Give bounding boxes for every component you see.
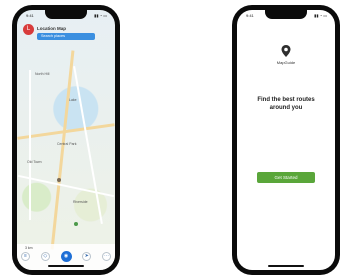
status-time: 9:41 xyxy=(26,13,34,18)
phone-frame-map: 9:41 ▮▮ ◔ ▭ Central Park Lake Old Town R… xyxy=(12,5,120,275)
map-road xyxy=(17,174,115,198)
layers-icon[interactable]: ≡ xyxy=(21,252,30,261)
map-label: North Hill xyxy=(35,72,50,76)
compass-icon[interactable]: ➤ xyxy=(82,252,92,261)
status-indicators-icon: ▮▮ ◔ ▭ xyxy=(314,13,327,18)
app-name: MapGuide xyxy=(276,60,296,65)
home-indicator[interactable] xyxy=(268,265,304,267)
welcome-headline: Find the best routes around you xyxy=(257,97,315,111)
map-screen[interactable]: 9:41 ▮▮ ◔ ▭ Central Park Lake Old Town R… xyxy=(17,10,115,270)
search-input[interactable]: Search places xyxy=(37,33,95,40)
map-label: Lake xyxy=(69,98,77,102)
notch xyxy=(265,10,307,19)
scale-caption: 3 km xyxy=(25,246,33,250)
notch xyxy=(45,10,87,19)
get-started-button[interactable]: Get Started xyxy=(257,172,315,183)
map-label: Riverside xyxy=(73,200,88,204)
map-road xyxy=(29,70,31,220)
status-indicators-icon: ▮▮ ◔ ▭ xyxy=(94,13,107,18)
map-pin-icon[interactable] xyxy=(74,222,78,226)
map-road xyxy=(50,50,75,250)
map-label: Central Park xyxy=(57,142,77,146)
status-time: 9:41 xyxy=(246,13,254,18)
map-label: Old Town xyxy=(27,160,42,164)
avatar[interactable]: L xyxy=(23,24,34,35)
locate-icon[interactable]: ◉ xyxy=(60,251,72,262)
location-pin-icon xyxy=(281,45,291,57)
map-header: L Location Map Search places xyxy=(23,24,109,46)
menu-icon[interactable]: ⋯ xyxy=(102,252,111,261)
map-pin-icon[interactable] xyxy=(57,178,61,182)
filter-icon[interactable]: ◇ xyxy=(40,252,50,261)
home-indicator[interactable] xyxy=(48,265,84,267)
welcome-screen: 9:41 ▮▮ ◔ ▭ MapGuide Find the best route… xyxy=(237,10,335,270)
page-title: Location Map xyxy=(37,26,66,31)
map-controls: ≡ ◇ ◉ ➤ ⋯ xyxy=(21,251,111,262)
phone-frame-welcome: 9:41 ▮▮ ◔ ▭ MapGuide Find the best route… xyxy=(232,5,340,275)
